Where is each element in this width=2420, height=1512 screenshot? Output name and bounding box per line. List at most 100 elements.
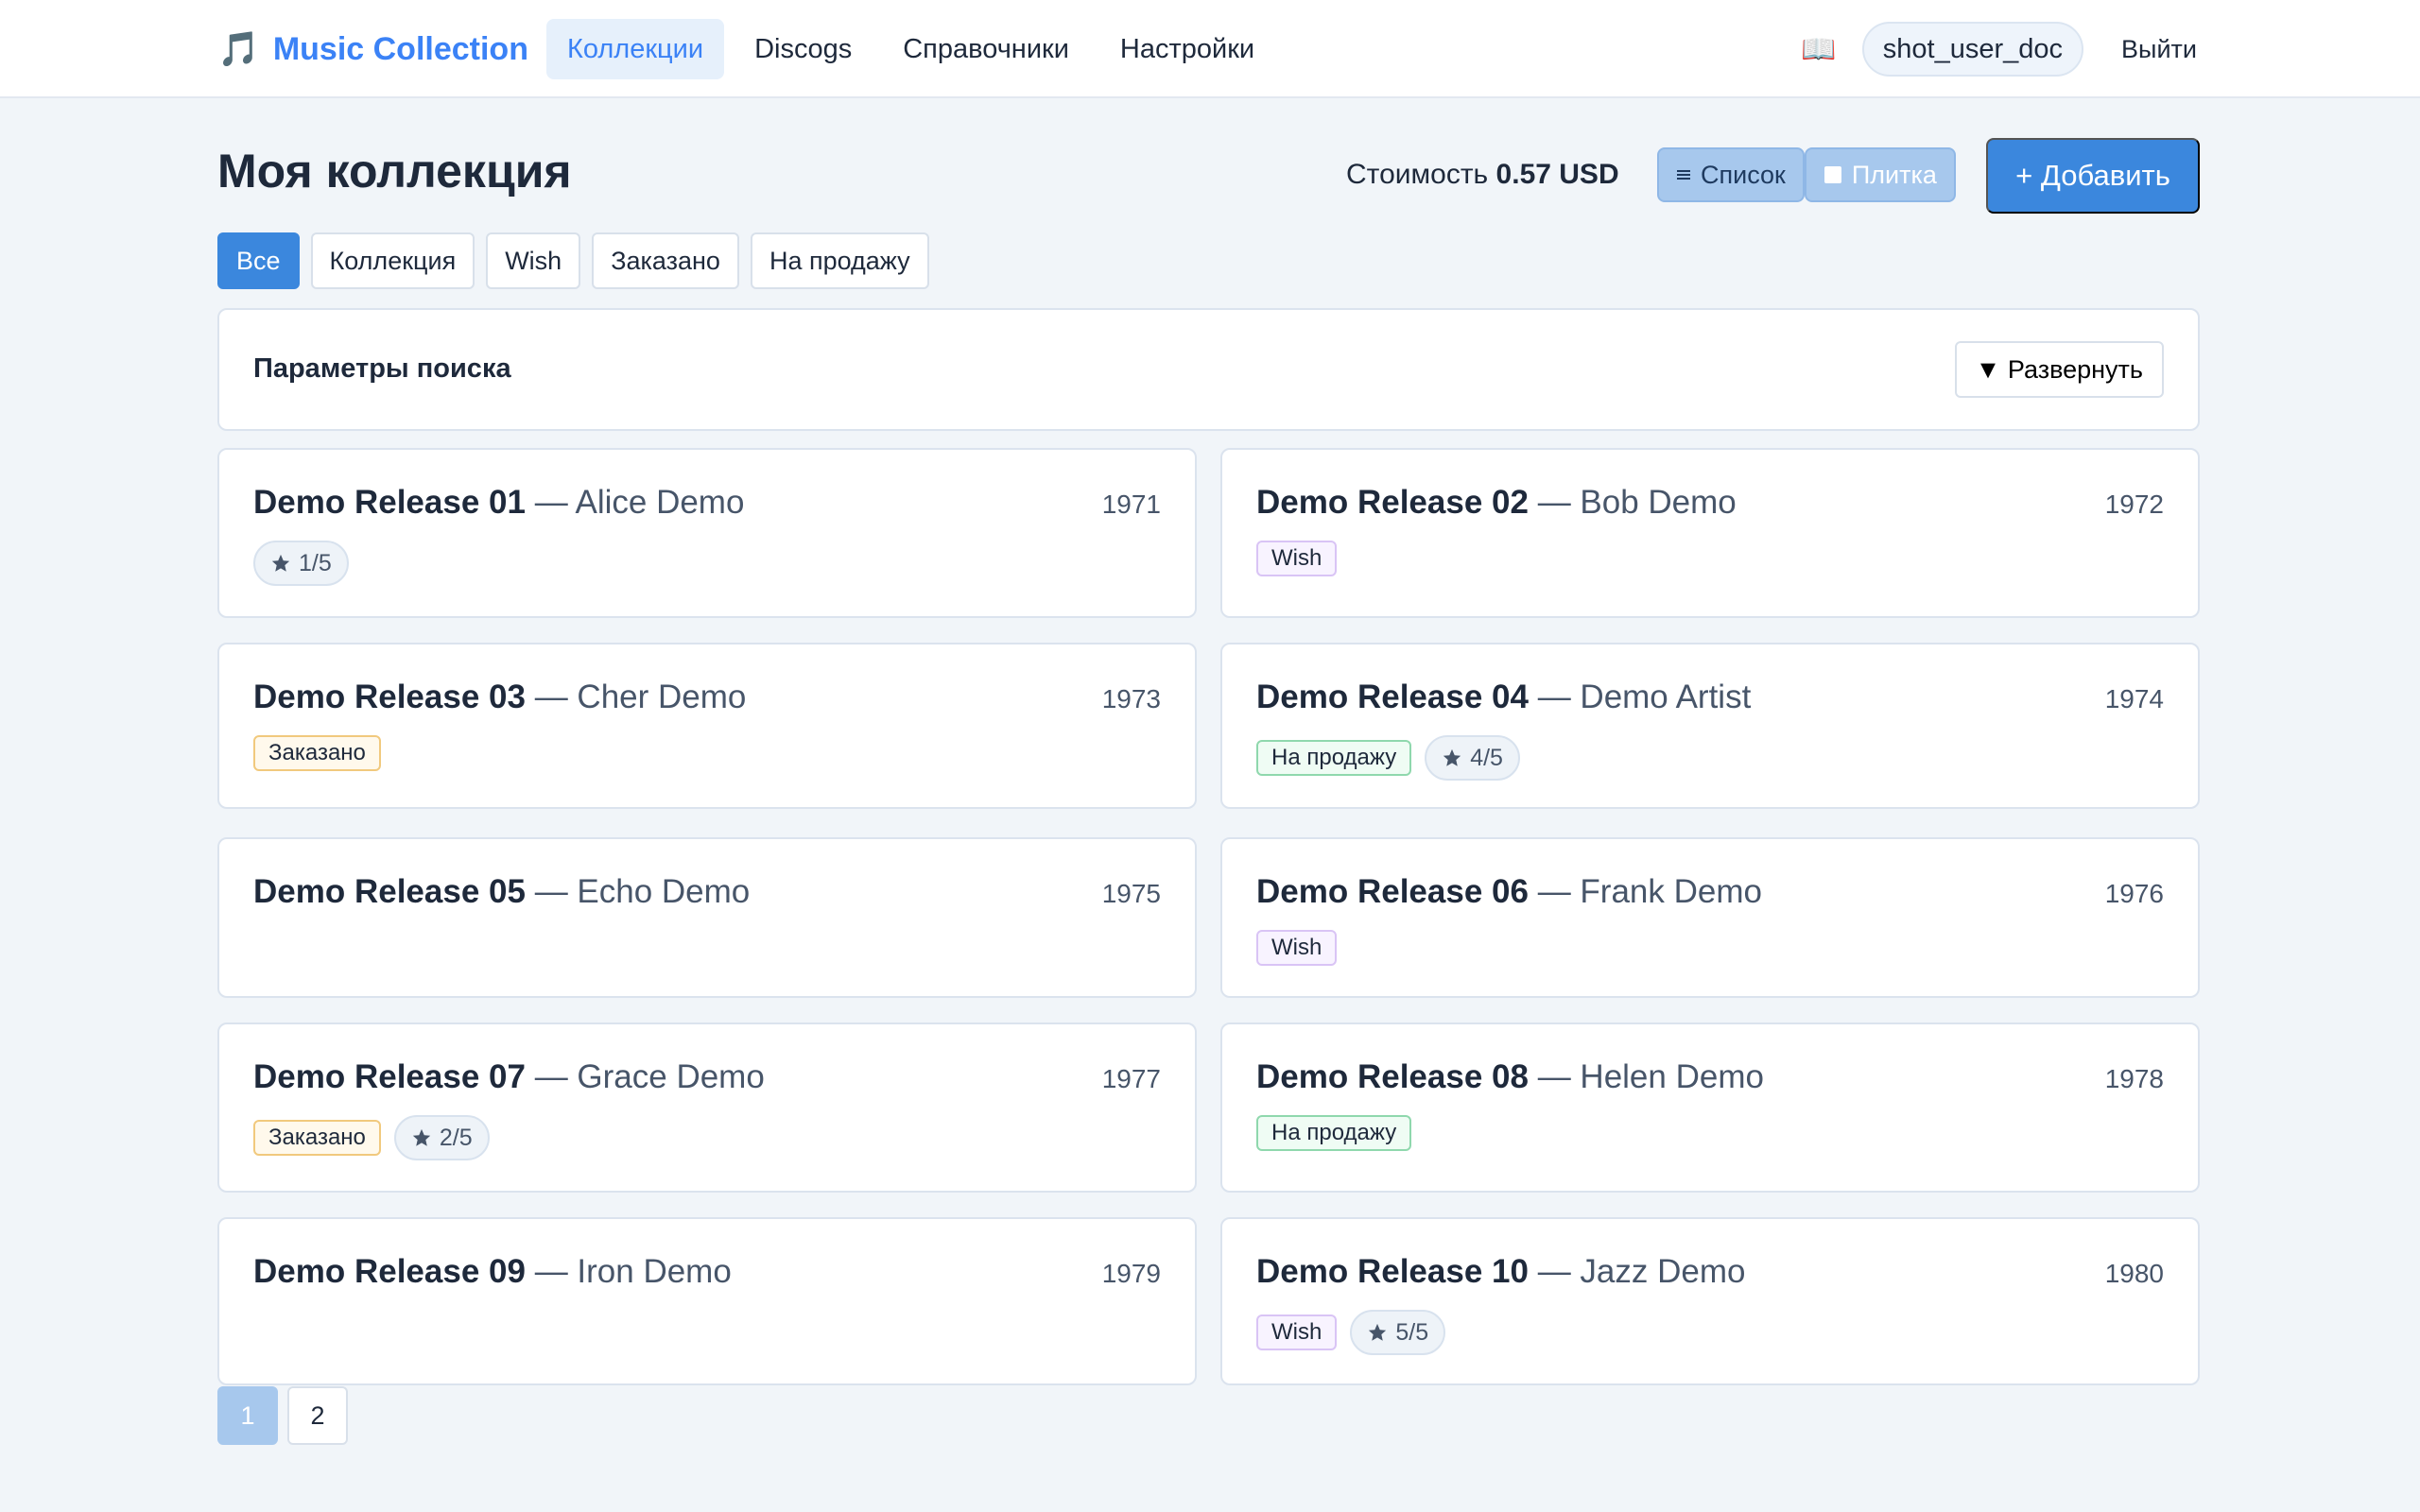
filter-for-sale[interactable]: На продажу <box>750 232 929 289</box>
release-badges: 1/5 <box>253 541 349 586</box>
status-badge: На продажу <box>1256 740 1412 776</box>
collection-cost: Стоимость 0.57 USD <box>1346 159 1619 191</box>
release-artist: — Frank Demo <box>1537 873 1762 910</box>
release-title-line: Demo Release 05 — Echo Demo <box>253 873 750 911</box>
release-artist: — Demo Artist <box>1537 679 1752 715</box>
release-artist: — Helen Demo <box>1537 1058 1764 1095</box>
release-card[interactable]: Demo Release 06 — Frank Demo 1976 Wish <box>1220 837 2200 998</box>
release-artist: — Jazz Demo <box>1537 1253 1746 1290</box>
expand-search-button[interactable]: ▼ Развернуть <box>1954 341 2164 398</box>
release-artist: — Echo Demo <box>534 873 751 910</box>
release-badges: Заказано 2/5 <box>253 1115 490 1160</box>
release-title-line: Demo Release 01 — Alice Demo <box>253 484 744 522</box>
status-badge: Wish <box>1256 541 1338 576</box>
nav-settings[interactable]: Настройки <box>1099 19 1275 79</box>
release-title[interactable]: Demo Release 08 <box>1256 1058 1529 1095</box>
add-button[interactable]: + Добавить <box>1986 138 2200 214</box>
rating-value: 2/5 <box>439 1124 473 1151</box>
search-panel-title: Параметры поиска <box>253 353 511 384</box>
release-year: 1977 <box>1101 1064 1161 1093</box>
release-year: 1973 <box>1101 684 1161 713</box>
release-card[interactable]: Demo Release 04 — Demo Artist 1974 На прод… <box>1220 643 2200 809</box>
release-year: 1971 <box>1101 490 1161 519</box>
release-artist: — Iron Demo <box>534 1253 732 1290</box>
rating-badge: 5/5 <box>1350 1310 1446 1355</box>
release-card[interactable]: Demo Release 07 — Grace Demo 1977 Заказано… <box>217 1022 1197 1193</box>
release-title[interactable]: Demo Release 04 <box>1256 679 1529 715</box>
status-badge: На продажу <box>1256 1115 1412 1151</box>
release-card[interactable]: Demo Release 02 — Bob Demo 1972 Wish <box>1220 448 2200 618</box>
view-tile-button[interactable]: Плитка <box>1804 147 1956 202</box>
release-card[interactable]: Demo Release 08 — Helen Demo 1978 На прода… <box>1220 1022 2200 1193</box>
tile-icon <box>1824 166 1841 183</box>
rating-value: 1/5 <box>299 549 332 576</box>
filter-ordered[interactable]: Заказано <box>592 232 739 289</box>
release-artist: — Bob Demo <box>1537 484 1737 521</box>
release-year: 1980 <box>2104 1259 2164 1288</box>
release-year: 1974 <box>2104 684 2164 713</box>
release-artist: — Grace Demo <box>534 1058 765 1095</box>
release-badges: Wish <box>1256 541 1338 576</box>
release-card[interactable]: Demo Release 05 — Echo Demo 1975 <box>217 837 1197 998</box>
release-card[interactable]: Demo Release 03 — Cher Demo 1973 Заказано <box>217 643 1197 809</box>
main-nav: Коллекции Discogs Справочники Настройки <box>546 19 1275 79</box>
release-year: 1975 <box>1101 879 1161 908</box>
status-badge: Заказано <box>253 735 381 771</box>
logout-link[interactable]: Выйти <box>2104 35 2203 64</box>
release-card[interactable]: Demo Release 10 — Jazz Demo 1980 Wish 5/5 <box>1220 1217 2200 1385</box>
header-user-area: 📖 shot_user_doc Выйти <box>1796 19 2203 79</box>
release-year: 1979 <box>1101 1259 1161 1288</box>
release-artist: — Alice Demo <box>534 484 745 521</box>
status-badge: Wish <box>1256 1314 1338 1350</box>
nav-discogs[interactable]: Discogs <box>734 19 873 79</box>
release-title-line: Demo Release 08 — Helen Demo <box>1256 1058 1764 1096</box>
view-tile-label: Плитка <box>1851 160 1937 189</box>
release-title[interactable]: Demo Release 07 <box>253 1058 526 1095</box>
release-title-line: Demo Release 10 — Jazz Demo <box>1256 1253 1745 1291</box>
release-title-line: Demo Release 07 — Grace Demo <box>253 1058 765 1096</box>
user-badge[interactable]: shot_user_doc <box>1861 22 2084 77</box>
page-title: Моя коллекция <box>217 145 572 198</box>
release-year: 1976 <box>2104 879 2164 908</box>
star-icon <box>271 554 290 572</box>
brand-logo[interactable]: 🎵 Music Collection <box>217 25 528 74</box>
page-button-2[interactable]: 2 <box>287 1386 348 1445</box>
release-title[interactable]: Demo Release 02 <box>1256 484 1529 521</box>
view-list-button[interactable]: Список <box>1657 147 1805 202</box>
rating-value: 5/5 <box>1395 1318 1429 1346</box>
list-icon <box>1677 170 1690 180</box>
rating-badge: 1/5 <box>253 541 349 586</box>
release-title[interactable]: Demo Release 05 <box>253 873 526 910</box>
filter-wish[interactable]: Wish <box>486 232 581 289</box>
release-title[interactable]: Demo Release 10 <box>1256 1253 1529 1290</box>
filter-collection[interactable]: Коллекция <box>310 232 475 289</box>
search-panel: Параметры поиска ▼ Развернуть <box>217 308 2200 431</box>
filter-all[interactable]: Все <box>217 232 300 289</box>
release-title[interactable]: Demo Release 09 <box>253 1253 526 1290</box>
page-button-1[interactable]: 1 <box>217 1386 278 1445</box>
star-icon <box>1369 1323 1387 1341</box>
release-year: 1972 <box>2104 490 2164 519</box>
release-card[interactable]: Demo Release 01 — Alice Demo 1971 1/5 <box>217 448 1197 618</box>
release-badges: Wish <box>1256 930 1338 966</box>
release-title-line: Demo Release 03 — Cher Demo <box>253 679 746 716</box>
release-card[interactable]: Demo Release 09 — Iron Demo 1979 <box>217 1217 1197 1385</box>
star-icon <box>412 1128 431 1146</box>
view-list-label: Список <box>1701 160 1786 189</box>
release-title-line: Demo Release 02 — Bob Demo <box>1256 484 1737 522</box>
star-icon <box>1443 748 1461 766</box>
release-title[interactable]: Demo Release 01 <box>253 484 526 521</box>
brand-name: Music Collection <box>272 30 528 67</box>
release-year: 1978 <box>2104 1064 2164 1093</box>
status-filter-tabs: Все Коллекция Wish Заказано На продажу <box>217 232 929 289</box>
nav-references[interactable]: Справочники <box>882 19 1090 79</box>
pagination: 1 2 <box>217 1386 348 1445</box>
nav-collections[interactable]: Коллекции <box>546 19 725 79</box>
release-title[interactable]: Demo Release 06 <box>1256 873 1529 910</box>
book-icon[interactable]: 📖 <box>1796 33 1841 66</box>
release-title[interactable]: Demo Release 03 <box>253 679 526 715</box>
status-badge: Wish <box>1256 930 1338 966</box>
release-badges: На продажу <box>1256 1115 1412 1151</box>
cost-value: 0.57 USD <box>1495 159 1619 190</box>
rating-badge: 4/5 <box>1425 735 1520 781</box>
